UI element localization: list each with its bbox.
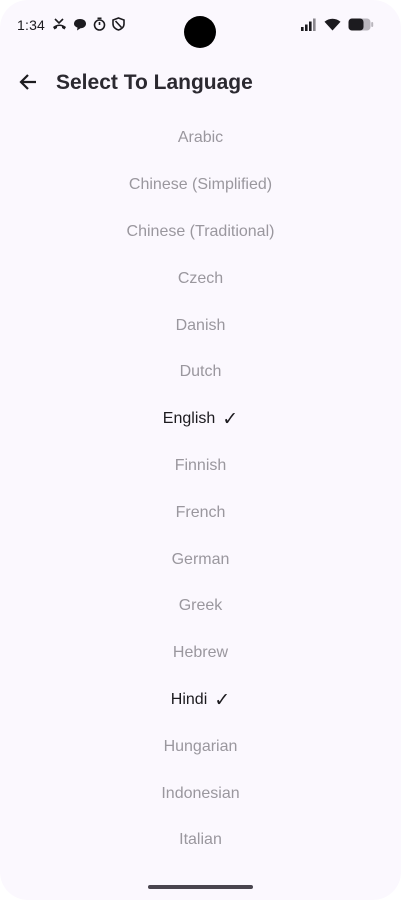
language-label: Czech xyxy=(177,269,224,287)
language-label: Indonesian xyxy=(161,784,240,802)
language-label: Danish xyxy=(175,316,226,334)
language-label: French xyxy=(175,503,226,521)
language-item-czech[interactable]: Czech ✓ xyxy=(0,255,401,302)
shield-icon xyxy=(112,17,125,31)
status-notification-icons xyxy=(52,17,125,31)
language-label: Finnish xyxy=(174,456,227,474)
language-item-arabic[interactable]: Arabic ✓ xyxy=(0,115,401,162)
arrow-back-icon xyxy=(18,72,38,97)
language-item-indonesian[interactable]: Indonesian ✓ xyxy=(0,770,401,817)
chat-bubble-icon xyxy=(73,18,87,31)
battery-icon xyxy=(348,18,374,31)
camera-cutout xyxy=(184,16,216,48)
language-item-danish[interactable]: Danish ✓ xyxy=(0,302,401,349)
language-list: Arabic ✓ Chinese (Simplified) ✓ Chinese … xyxy=(0,115,401,864)
signal-icon xyxy=(300,18,317,31)
language-item-german[interactable]: German ✓ xyxy=(0,536,401,583)
language-label: Greek xyxy=(178,597,223,615)
language-label: Hungarian xyxy=(163,737,238,755)
language-label: English xyxy=(162,410,216,428)
language-label: Italian xyxy=(179,831,222,849)
app-bar: Select To Language xyxy=(0,60,401,108)
back-button[interactable] xyxy=(10,66,46,102)
language-label: Hindi xyxy=(170,690,208,708)
status-time: 1:34 xyxy=(17,17,46,33)
language-item-chinese-simplified[interactable]: Chinese (Simplified) ✓ xyxy=(0,162,401,209)
language-item-italian[interactable]: Italian ✓ xyxy=(0,817,401,864)
language-item-dutch[interactable]: Dutch ✓ xyxy=(0,349,401,396)
language-item-french[interactable]: French ✓ xyxy=(0,489,401,536)
language-item-hebrew[interactable]: Hebrew ✓ xyxy=(0,630,401,677)
wifi-icon xyxy=(324,18,341,31)
language-item-english[interactable]: English ✓ xyxy=(0,396,401,443)
language-label: Arabic xyxy=(177,129,224,147)
check-icon: ✓ xyxy=(214,688,231,711)
language-label: Dutch xyxy=(179,363,222,381)
status-bar: 1:34 xyxy=(0,0,401,52)
check-icon: ✓ xyxy=(222,408,239,431)
phone-screen: 1:34 Select To Language Arabic Chinese (… xyxy=(0,0,401,900)
status-system-icons xyxy=(300,18,374,31)
timer-icon xyxy=(93,17,106,31)
language-item-chinese-traditional[interactable]: Chinese (Traditional) ✓ xyxy=(0,209,401,256)
language-item-finnish[interactable]: Finnish ✓ xyxy=(0,443,401,490)
home-indicator[interactable] xyxy=(148,885,253,889)
language-item-greek[interactable]: Greek ✓ xyxy=(0,583,401,630)
language-label: Chinese (Simplified) xyxy=(128,176,273,194)
page-title: Select To Language xyxy=(56,71,253,94)
language-item-hungarian[interactable]: Hungarian ✓ xyxy=(0,723,401,770)
language-label: Chinese (Traditional) xyxy=(126,222,275,240)
missed-call-icon xyxy=(52,17,67,31)
language-label: German xyxy=(171,550,230,568)
language-label: Hebrew xyxy=(172,644,229,662)
language-item-hindi[interactable]: Hindi ✓ xyxy=(0,677,401,724)
